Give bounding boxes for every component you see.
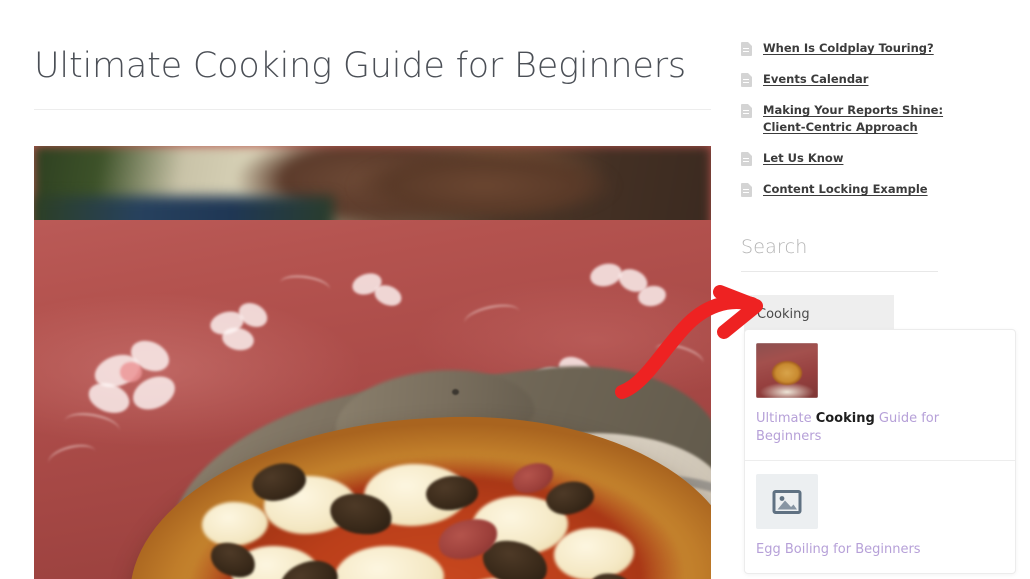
sidebar-post-link[interactable]: Let Us Know bbox=[763, 150, 843, 167]
sidebar-post-link[interactable]: When Is Coldplay Touring? bbox=[763, 40, 934, 57]
result-title-match: Cooking bbox=[815, 411, 875, 426]
search-results-dropdown: Ultimate Cooking Guide for Beginners Egg… bbox=[744, 329, 1016, 574]
search-input[interactable] bbox=[744, 295, 894, 333]
search-heading-rule bbox=[741, 271, 938, 272]
list-item[interactable]: Events Calendar bbox=[741, 71, 951, 88]
document-icon bbox=[741, 73, 752, 87]
image-placeholder-icon bbox=[772, 489, 802, 514]
sidebar-post-link[interactable]: Content Locking Example bbox=[763, 181, 928, 198]
search-result-item[interactable]: Egg Boiling for Beginners bbox=[745, 461, 1015, 573]
photo-board-hole bbox=[452, 389, 459, 395]
search-result-item[interactable]: Ultimate Cooking Guide for Beginners bbox=[745, 330, 1015, 461]
list-item[interactable]: When Is Coldplay Touring? bbox=[741, 40, 951, 57]
list-item[interactable]: Making Your Reports Shine: Client-Centri… bbox=[741, 102, 951, 136]
pizza-thumbnail bbox=[756, 343, 818, 398]
sidebar-post-link[interactable]: Events Calendar bbox=[763, 71, 868, 88]
search-result-title[interactable]: Egg Boiling for Beginners bbox=[756, 541, 1004, 559]
list-item[interactable]: Let Us Know bbox=[741, 150, 951, 167]
article-column: Ultimate Cooking Guide for Beginners bbox=[34, 0, 711, 579]
document-icon bbox=[741, 152, 752, 166]
result-title-prefix: Ultimate bbox=[756, 411, 816, 426]
result-title-prefix: Egg Boiling for Beginners bbox=[756, 542, 921, 557]
search-widget-heading: Search bbox=[741, 236, 808, 258]
featured-image bbox=[34, 146, 711, 579]
document-icon bbox=[741, 42, 752, 56]
page-title: Ultimate Cooking Guide for Beginners bbox=[34, 46, 686, 86]
title-divider bbox=[34, 109, 711, 110]
sidebar: When Is Coldplay Touring? Events Calenda… bbox=[741, 0, 1030, 579]
photo-hand bbox=[319, 146, 649, 218]
result-thumbnail-placeholder bbox=[756, 474, 818, 529]
recent-posts-list: When Is Coldplay Touring? Events Calenda… bbox=[741, 40, 951, 212]
document-icon bbox=[741, 183, 752, 197]
document-icon bbox=[741, 104, 752, 118]
list-item[interactable]: Content Locking Example bbox=[741, 181, 951, 198]
page-root: Ultimate Cooking Guide for Beginners Whe… bbox=[0, 0, 1030, 579]
sidebar-post-link[interactable]: Making Your Reports Shine: Client-Centri… bbox=[763, 102, 951, 136]
result-thumbnail-image bbox=[756, 343, 818, 398]
search-result-title[interactable]: Ultimate Cooking Guide for Beginners bbox=[756, 410, 1004, 446]
